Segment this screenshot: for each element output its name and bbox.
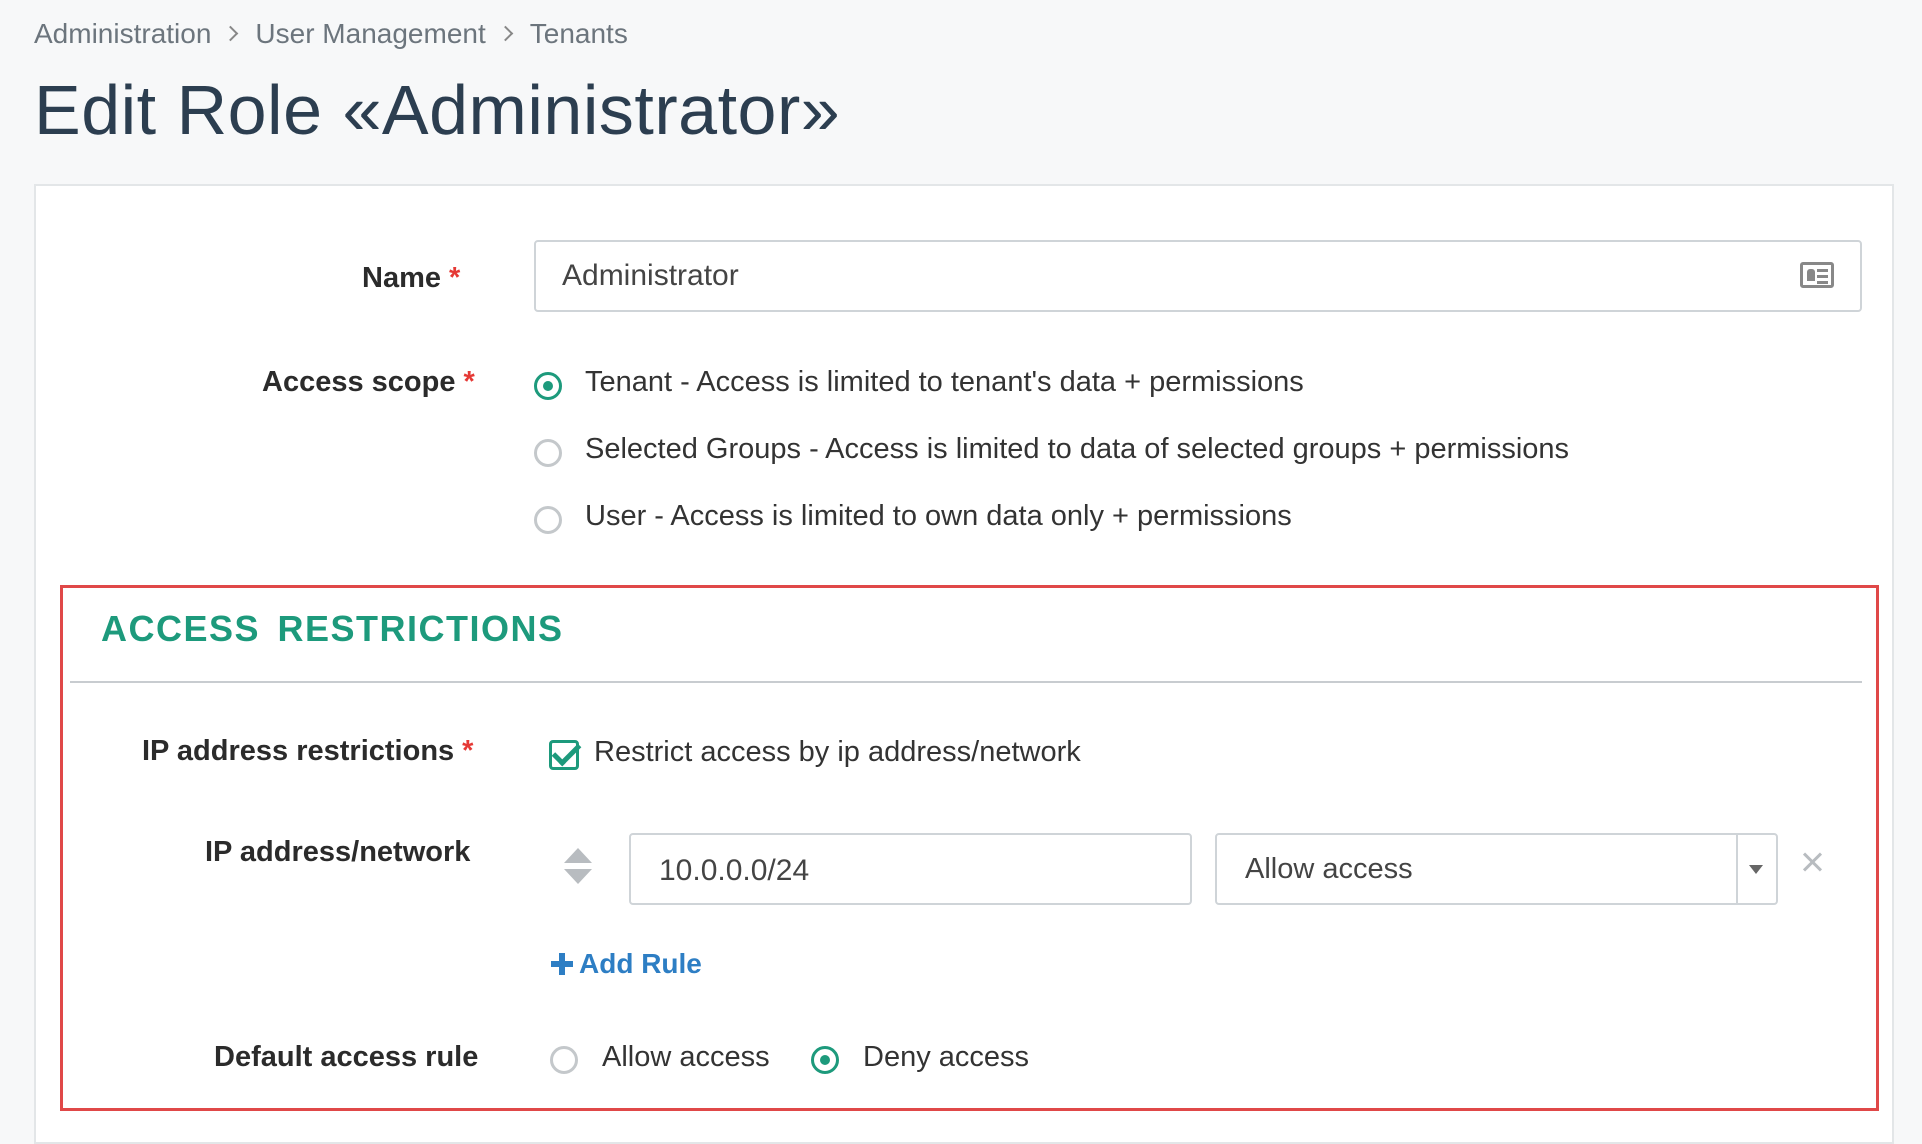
access-scope-tenant-label[interactable]: Tenant - Access is limited to tenant's d… — [585, 366, 1304, 399]
ip-address-value: 10.0.0.0/24 — [659, 854, 810, 887]
section-divider — [70, 681, 1862, 683]
select-divider — [1736, 835, 1738, 903]
chevron-right-icon — [500, 27, 514, 41]
chevron-down-icon[interactable] — [1749, 865, 1763, 874]
breadcrumb-item-tenants[interactable]: Tenants — [530, 18, 628, 50]
required-mark: * — [463, 366, 475, 398]
access-scope-label-text: Access scope — [262, 366, 456, 398]
chevron-right-icon — [225, 27, 239, 41]
name-field-value: Administrator — [562, 259, 739, 292]
close-icon[interactable] — [1800, 850, 1826, 876]
rule-action-select[interactable]: Allow access — [1215, 833, 1778, 905]
default-allow-access-radio[interactable] — [550, 1046, 578, 1074]
default-access-rule-label: Default access rule — [214, 1041, 479, 1073]
sort-handle-icon[interactable] — [564, 848, 592, 886]
id-card-icon[interactable] — [1800, 262, 1834, 288]
restrict-ip-checkbox[interactable] — [549, 740, 579, 770]
default-allow-access-label[interactable]: Allow access — [602, 1041, 770, 1074]
breadcrumb: Administration User Management Tenants — [34, 18, 628, 50]
restrict-ip-checkbox-label[interactable]: Restrict access by ip address/network — [594, 736, 1081, 769]
ip-restrictions-label-text: IP address restrictions — [142, 735, 455, 767]
plus-icon — [551, 953, 573, 975]
access-scope-user-label[interactable]: User - Access is limited to own data onl… — [585, 500, 1292, 533]
breadcrumb-item-administration[interactable]: Administration — [34, 18, 211, 50]
add-rule-button[interactable]: Add Rule — [551, 948, 702, 980]
rule-action-value: Allow access — [1245, 853, 1413, 885]
access-scope-user-radio[interactable] — [534, 506, 562, 534]
access-scope-selected-groups-radio[interactable] — [534, 439, 562, 467]
ip-restrictions-label: IP address restrictions * — [142, 735, 473, 768]
name-label-text: Name — [362, 262, 441, 294]
access-scope-label: Access scope * — [262, 366, 475, 399]
ip-address-input[interactable]: 10.0.0.0/24 — [629, 833, 1192, 905]
add-rule-label: Add Rule — [579, 948, 702, 979]
required-mark: * — [449, 262, 461, 294]
access-scope-selected-groups-label[interactable]: Selected Groups - Access is limited to d… — [585, 433, 1569, 466]
ip-network-label: IP address/network — [205, 836, 471, 868]
required-mark: * — [462, 735, 474, 767]
name-field[interactable]: Administrator — [534, 240, 1862, 312]
name-label: Name * — [362, 262, 460, 295]
page-title: Edit Role «Administrator» — [34, 71, 841, 149]
breadcrumb-item-user-management[interactable]: User Management — [255, 18, 485, 50]
default-deny-access-label[interactable]: Deny access — [863, 1041, 1029, 1074]
access-scope-tenant-radio[interactable] — [534, 372, 562, 400]
access-restrictions-title: ACCESS RESTRICTIONS — [101, 608, 564, 649]
default-deny-access-radio[interactable] — [811, 1046, 839, 1074]
